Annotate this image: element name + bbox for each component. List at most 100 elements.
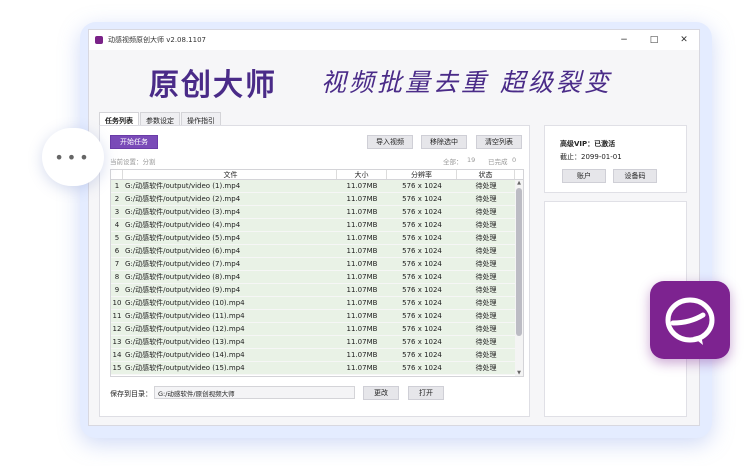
table-row[interactable]: 1 G:/动感软件/output/video (1).mp4 11.07MB 576 … <box>111 180 523 193</box>
table-row[interactable]: 5 G:/动感软件/output/video (5).mp4 11.07MB 576 … <box>111 232 523 245</box>
app-icon <box>95 36 103 44</box>
row-status: 待处理 <box>475 325 497 333</box>
table-row[interactable]: 15 G:/动感软件/output/video (15).mp4 11.07MB 57… <box>111 362 523 375</box>
close-button[interactable]: ✕ <box>669 30 699 50</box>
save-dir-label: 保存到目录： <box>110 390 152 398</box>
col-file[interactable]: 文件 <box>123 170 337 179</box>
row-file: G:/动感软件/output/video (12).mp4 <box>125 325 245 333</box>
row-status: 待处理 <box>475 182 497 190</box>
vip-expiry: 截止：2099-01-01 <box>560 153 622 161</box>
row-file: G:/动感软件/output/video (9).mp4 <box>125 286 241 294</box>
table-row[interactable]: 10 G:/动感软件/output/video (10).mp4 11.07MB 57… <box>111 297 523 310</box>
table-row[interactable]: 6 G:/动感软件/output/video (6).mp4 11.07MB 576 … <box>111 245 523 258</box>
title-bar: 动感视频原创大师 v2.08.1107 − □ ✕ <box>89 30 699 50</box>
row-status: 待处理 <box>475 299 497 307</box>
row-size: 11.07MB <box>346 182 378 190</box>
row-index: 6 <box>114 247 120 255</box>
change-dir-button[interactable]: 更改 <box>363 386 399 400</box>
total-count: 19 <box>467 156 476 164</box>
table-body: 1 G:/动感软件/output/video (1).mp4 11.07MB 576 … <box>111 180 523 375</box>
chat-bubble-icon[interactable]: ••• <box>42 128 104 186</box>
row-status: 待处理 <box>475 247 497 255</box>
row-index: 13 <box>112 338 122 346</box>
row-file: G:/动感软件/output/video (2).mp4 <box>125 195 241 203</box>
row-file: G:/动感软件/output/video (14).mp4 <box>125 351 245 359</box>
import-video-button[interactable]: 导入视频 <box>367 135 413 149</box>
row-size: 11.07MB <box>346 364 378 372</box>
row-file: G:/动感软件/output/video (6).mp4 <box>125 247 241 255</box>
row-size: 11.07MB <box>346 325 378 333</box>
start-task-button[interactable]: 开始任务 <box>110 135 158 149</box>
vip-status: 高级VIP：已激活 <box>560 140 616 148</box>
table-row[interactable]: 7 G:/动感软件/output/video (7).mp4 11.07MB 576 … <box>111 258 523 271</box>
task-panel: 开始任务 导入视频 移除选中 清空列表 当前设置：分割 全部： 19 已完成 0… <box>99 125 530 417</box>
row-index: 12 <box>112 325 122 333</box>
row-file: G:/动感软件/output/video (11).mp4 <box>125 312 245 320</box>
clear-list-button[interactable]: 清空列表 <box>476 135 522 149</box>
row-size: 11.07MB <box>346 351 378 359</box>
table-row[interactable]: 14 G:/动感软件/output/video (14).mp4 11.07MB 57… <box>111 349 523 362</box>
row-file: G:/动感软件/output/video (7).mp4 <box>125 260 241 268</box>
row-resolution: 576 x 1024 <box>402 182 442 190</box>
row-file: G:/动感软件/output/video (1).mp4 <box>125 182 241 190</box>
row-size: 11.07MB <box>346 208 378 216</box>
banner: 原创大师 视频批量去重 超级裂变 <box>89 50 699 108</box>
row-index: 1 <box>114 182 120 190</box>
row-status: 待处理 <box>475 351 497 359</box>
row-index: 3 <box>114 208 120 216</box>
device-code-button[interactable]: 设备码 <box>613 169 657 183</box>
row-file: G:/动感软件/output/video (15).mp4 <box>125 364 245 372</box>
col-resolution[interactable]: 分辨率 <box>387 170 457 179</box>
table-row[interactable]: 13 G:/动感软件/output/video (13).mp4 11.07MB 57… <box>111 336 523 349</box>
row-size: 11.07MB <box>346 247 378 255</box>
row-status: 待处理 <box>475 221 497 229</box>
table-scrollbar[interactable]: ▲ ▼ <box>515 180 523 376</box>
banner-slogan: 视频批量去重 超级裂变 <box>321 68 612 97</box>
row-status: 待处理 <box>475 338 497 346</box>
file-table: 文件 大小 分辨率 状态 1 G:/动感软件/output/video (1).m… <box>110 169 524 377</box>
table-row[interactable]: 3 G:/动感软件/output/video (3).mp4 11.07MB 576 … <box>111 206 523 219</box>
minimize-button[interactable]: − <box>609 30 639 50</box>
banner-title: 原创大师 <box>149 68 277 103</box>
row-status: 待处理 <box>475 208 497 216</box>
row-resolution: 576 x 1024 <box>402 351 442 359</box>
scrollbar-thumb[interactable] <box>516 188 522 336</box>
table-row[interactable]: 9 G:/动感软件/output/video (9).mp4 11.07MB 576 … <box>111 284 523 297</box>
table-header: 文件 大小 分辨率 状态 <box>111 170 523 180</box>
row-resolution: 576 x 1024 <box>402 312 442 320</box>
row-index: 5 <box>114 234 120 242</box>
account-panel: 高级VIP：已激活 截止：2099-01-01 账户 设备码 <box>544 125 687 193</box>
row-file: G:/动感软件/output/video (13).mp4 <box>125 338 245 346</box>
row-resolution: 576 x 1024 <box>402 208 442 216</box>
row-resolution: 576 x 1024 <box>402 221 442 229</box>
table-row[interactable]: 2 G:/动感软件/output/video (2).mp4 11.07MB 576 … <box>111 193 523 206</box>
total-label: 全部： <box>443 158 463 166</box>
window-title: 动感视频原创大师 v2.08.1107 <box>108 36 206 44</box>
col-status[interactable]: 状态 <box>457 170 515 179</box>
scroll-down-icon[interactable]: ▼ <box>515 370 523 376</box>
table-row[interactable]: 11 G:/动感软件/output/video (11).mp4 11.07MB 57… <box>111 310 523 323</box>
row-file: G:/动感软件/output/video (8).mp4 <box>125 273 241 281</box>
table-row[interactable]: 4 G:/动感软件/output/video (4).mp4 11.07MB 576 … <box>111 219 523 232</box>
table-row[interactable]: 8 G:/动感软件/output/video (8).mp4 11.07MB 576 … <box>111 271 523 284</box>
row-size: 11.07MB <box>346 234 378 242</box>
row-size: 11.07MB <box>346 221 378 229</box>
current-setting: 当前设置：分割 <box>110 158 156 166</box>
app-window: 动感视频原创大师 v2.08.1107 − □ ✕ 原创大师 视频批量去重 超级… <box>88 29 700 426</box>
brand-logo-icon <box>650 281 730 359</box>
open-dir-button[interactable]: 打开 <box>408 386 444 400</box>
maximize-button[interactable]: □ <box>639 30 669 50</box>
row-status: 待处理 <box>475 273 497 281</box>
row-index: 8 <box>114 273 120 281</box>
row-size: 11.07MB <box>346 286 378 294</box>
account-button[interactable]: 账户 <box>562 169 606 183</box>
row-size: 11.07MB <box>346 273 378 281</box>
col-size[interactable]: 大小 <box>337 170 387 179</box>
remove-selected-button[interactable]: 移除选中 <box>421 135 467 149</box>
row-resolution: 576 x 1024 <box>402 260 442 268</box>
save-dir-input[interactable]: G:/动感软件/原创视频大师 <box>154 386 355 399</box>
scroll-up-icon[interactable]: ▲ <box>515 180 523 186</box>
row-index: 11 <box>112 312 122 320</box>
row-size: 11.07MB <box>346 299 378 307</box>
table-row[interactable]: 12 G:/动感软件/output/video (12).mp4 11.07MB 57… <box>111 323 523 336</box>
